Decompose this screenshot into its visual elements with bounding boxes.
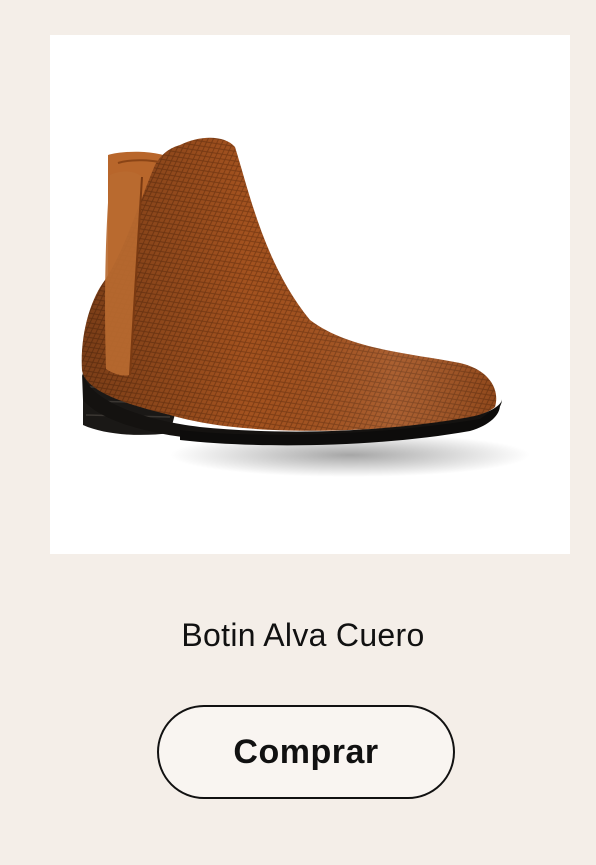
boot-illustration	[81, 137, 530, 477]
product-name[interactable]: Botin Alva Cuero	[0, 613, 596, 657]
product-image[interactable]	[50, 35, 570, 554]
product-card: Botin Alva Cuero Comprar	[0, 0, 596, 865]
buy-button[interactable]: Comprar	[157, 705, 455, 799]
